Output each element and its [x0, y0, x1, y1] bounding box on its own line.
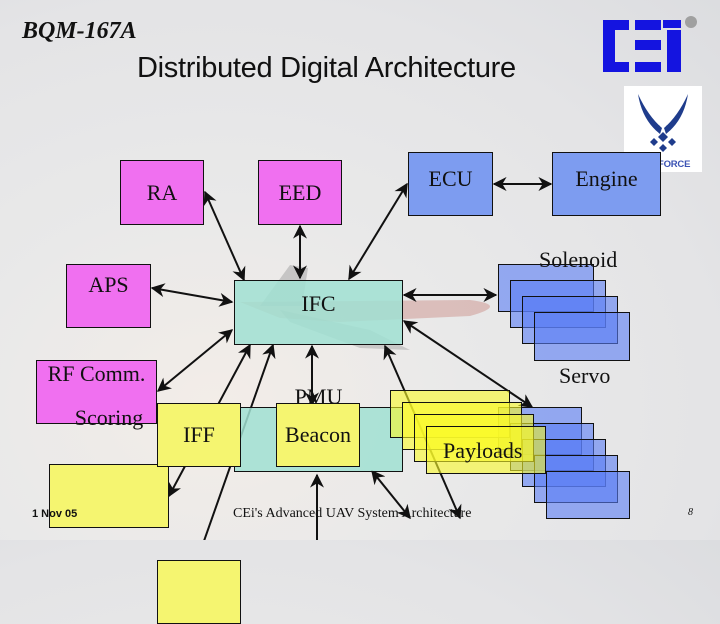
node-ifc-label: IFC [301, 290, 336, 316]
node-ra-label: RA [146, 179, 178, 205]
usaf-wings-icon [638, 94, 688, 152]
servo-layer [546, 471, 630, 519]
arrow-ecu-ifc [348, 182, 408, 281]
node-ecu: ECU [408, 152, 493, 216]
slide-subtitle: BQM-167A [22, 18, 137, 44]
arrow-ra-ifc [203, 190, 246, 282]
node-beacon: Beacon [276, 403, 360, 467]
node-eed: EED [258, 160, 342, 225]
node-engine-label: Engine [575, 166, 638, 191]
node-iff-label: IFF [183, 422, 215, 447]
node-solenoid-label: Solenoid [539, 247, 618, 272]
node-rf-comm-label: RF Comm. [47, 360, 146, 386]
arrow-rf-ifc [156, 329, 234, 392]
slide-title: Distributed Digital Architecture [137, 52, 516, 84]
node-scoring-label: Scoring [74, 405, 144, 430]
footer-title: CEi's Advanced UAV System Architecture [233, 506, 472, 521]
cei-logo [603, 16, 697, 72]
node-aps: APS [66, 264, 151, 328]
arrow-aps-ifc [150, 283, 234, 307]
solenoid-layer [534, 312, 630, 361]
page-number: 8 [688, 507, 693, 518]
node-iff [157, 560, 241, 624]
footer-date: 1 Nov 05 [32, 508, 78, 520]
node-ra: RA [120, 160, 204, 225]
node-ecu-label: ECU [428, 166, 473, 191]
node-servo-label: Servo [559, 363, 611, 388]
node-aps-label: APS [88, 272, 129, 297]
node-engine: Engine [552, 152, 661, 216]
node-ifc: IFC [234, 280, 403, 345]
node-beacon-label: Beacon [285, 422, 351, 447]
node-eed-label: EED [278, 179, 322, 205]
node-payloads-label: Payloads [443, 438, 523, 463]
node-iff-box: IFF [157, 403, 241, 467]
